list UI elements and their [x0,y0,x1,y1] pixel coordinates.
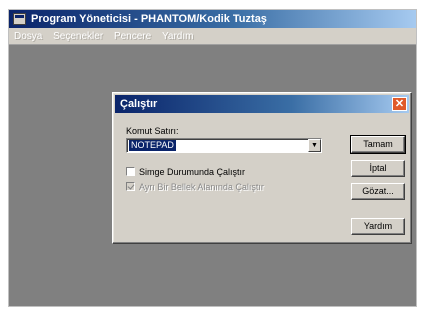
chevron-down-icon[interactable]: ▼ [308,139,321,152]
dialog-title: Çalıştır [120,98,158,110]
run-minimized-checkbox[interactable] [126,167,135,176]
browse-button[interactable]: Gözat... [351,183,405,200]
menu-help[interactable]: Yardım [159,28,197,45]
menu-file[interactable]: Dosya [11,28,45,45]
run-minimized-option[interactable]: Simge Durumunda Çalıştır [126,166,245,178]
command-line-label: Komut Satırı: [126,126,179,136]
menu-window[interactable]: Pencere [111,28,154,45]
menubar: Dosya Seçenekler Pencere Yardım [9,28,416,45]
run-minimized-label: Simge Durumunda Çalıştır [139,167,246,177]
close-icon[interactable]: ✕ [392,97,407,111]
dialog-titlebar[interactable]: Çalıştır ✕ [115,95,409,113]
help-button[interactable]: Yardım [351,218,405,235]
command-line-input[interactable]: NOTEPAD ▼ [126,138,322,153]
run-dialog: Çalıştır ✕ Komut Satırı: NOTEPAD ▼ Simge… [112,92,412,244]
cancel-button[interactable]: İptal [351,160,405,177]
program-manager-icon [13,13,26,25]
separate-memory-option: Ayrı Bir Bellek Alanında Çalıştır [126,181,264,193]
window-title: Program Yöneticisi - PHANTOM/Kodik Tuzta… [31,13,267,25]
window-titlebar[interactable]: Program Yöneticisi - PHANTOM/Kodik Tuzta… [9,10,416,28]
menu-options[interactable]: Seçenekler [50,28,106,45]
ok-button[interactable]: Tamam [350,135,406,154]
separate-memory-label: Ayrı Bir Bellek Alanında Çalıştır [139,182,264,192]
command-line-value[interactable]: NOTEPAD [129,140,176,151]
separate-memory-checkbox [126,182,135,191]
